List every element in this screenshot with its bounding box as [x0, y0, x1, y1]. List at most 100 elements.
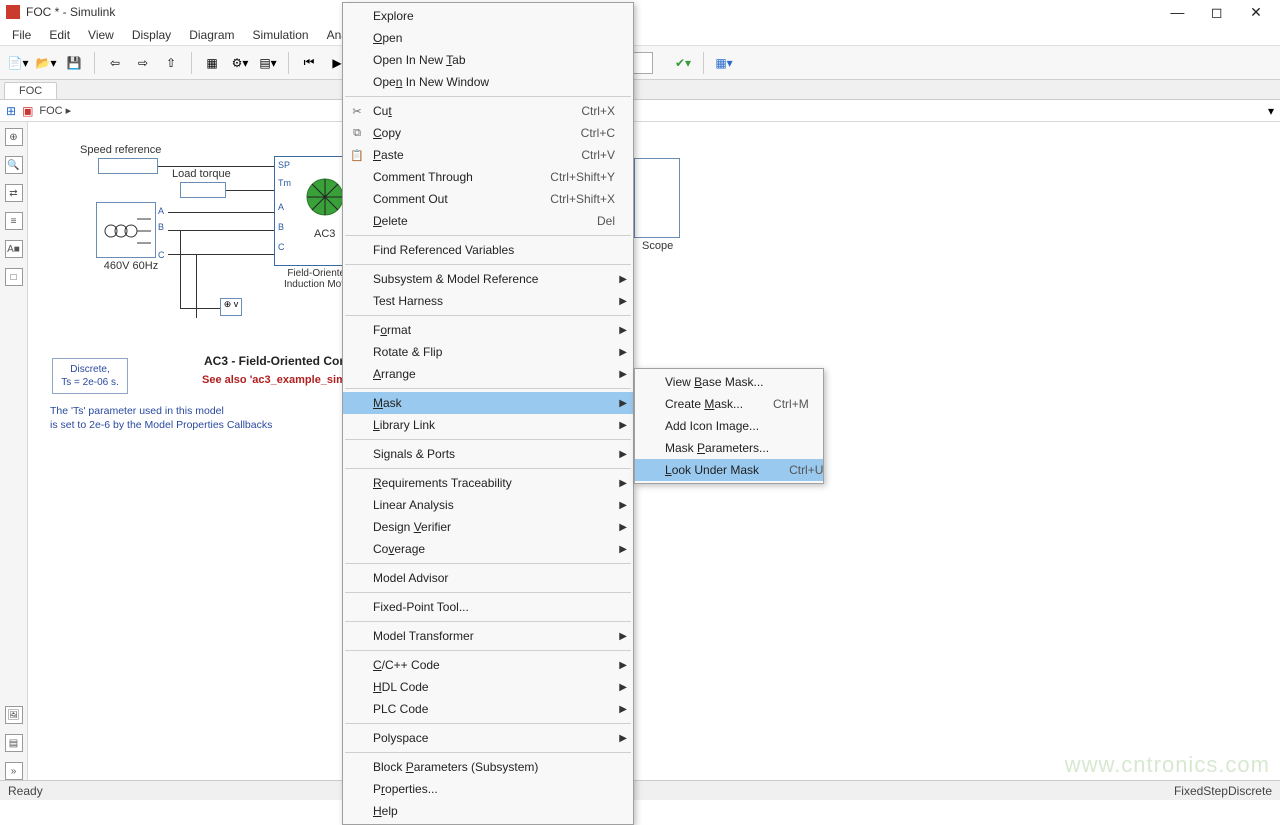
table-icon[interactable]: ▤	[5, 734, 23, 752]
status-bar: Ready 100% FixedStepDiscrete	[0, 780, 1280, 800]
context-item-open-in-new-window[interactable]: Open In New Window	[343, 71, 633, 93]
open-button[interactable]: 📂▾	[34, 51, 58, 75]
menu-edit[interactable]: Edit	[41, 26, 78, 44]
context-item-library-link[interactable]: Library Link▶	[343, 414, 633, 436]
list-icon[interactable]: ≡	[5, 212, 23, 230]
context-item-linear-analysis[interactable]: Linear Analysis▶	[343, 494, 633, 516]
mask-item-mask-parameters-[interactable]: Mask Parameters...	[635, 437, 823, 459]
context-item-mask[interactable]: Mask▶	[343, 392, 633, 414]
context-item-find-referenced-variables[interactable]: Find Referenced Variables	[343, 239, 633, 261]
context-item-design-verifier[interactable]: Design Verifier▶	[343, 516, 633, 538]
context-item-copy[interactable]: ⧉CopyCtrl+C	[343, 122, 633, 144]
ac3-label: AC3	[314, 228, 335, 240]
context-item-signals-ports[interactable]: Signals & Ports▶	[343, 443, 633, 465]
menu-item-label: Paste	[373, 148, 551, 162]
model-icon[interactable]: ▣	[22, 104, 33, 118]
context-item-help[interactable]: Help	[343, 800, 633, 822]
source-label: 460V 60Hz	[96, 260, 166, 272]
viewport-icon[interactable]: □	[5, 268, 23, 286]
context-item-format[interactable]: Format ▶	[343, 319, 633, 341]
context-item-rotate-flip[interactable]: Rotate & Flip▶	[343, 341, 633, 363]
menu-item-shortcut: Ctrl+U	[789, 463, 823, 477]
menu-view[interactable]: View	[80, 26, 122, 44]
submenu-arrow-icon: ▶	[619, 733, 627, 744]
context-item-model-transformer[interactable]: Model Transformer▶	[343, 625, 633, 647]
zoom-icon[interactable]: 🔍	[5, 156, 23, 174]
step-back-button[interactable]: ⏮	[297, 51, 321, 75]
swap-icon[interactable]: ⇄	[5, 184, 23, 202]
context-item-delete[interactable]: DeleteDel	[343, 210, 633, 232]
context-item-coverage[interactable]: Coverage▶	[343, 538, 633, 560]
menu-file[interactable]: File	[4, 26, 39, 44]
submenu-arrow-icon: ▶	[619, 325, 627, 336]
context-item-comment-through[interactable]: Comment ThroughCtrl+Shift+Y	[343, 166, 633, 188]
config-button[interactable]: ⚙▾	[228, 51, 252, 75]
menu-separator	[345, 621, 631, 622]
breadcrumb[interactable]: FOC ▸	[39, 104, 71, 117]
menu-diagram[interactable]: Diagram	[181, 26, 242, 44]
context-item-open-in-new-tab[interactable]: Open In New Tab	[343, 49, 633, 71]
three-phase-source-block[interactable]	[96, 202, 156, 258]
menu-item-label: Format	[373, 323, 615, 337]
save-button[interactable]: 💾	[62, 51, 86, 75]
mask-item-look-under-mask[interactable]: Look Under MaskCtrl+U	[635, 459, 823, 481]
context-item-hdl-code[interactable]: HDL Code▶	[343, 676, 633, 698]
maximize-button[interactable]: ◻	[1199, 4, 1235, 21]
model-badge-icon[interactable]: ⊞	[6, 104, 16, 118]
context-item-requirements-traceability[interactable]: Requirements Traceability▶	[343, 472, 633, 494]
voltage-measurement-block[interactable]: ⊕ v	[220, 298, 242, 316]
menu-item-label: Add Icon Image...	[665, 419, 805, 433]
menu-separator	[345, 563, 631, 564]
discrete-note[interactable]: Discrete, Ts = 2e-06 s.	[52, 358, 128, 394]
mask-item-view-base-mask-[interactable]: View Base Mask...	[635, 371, 823, 393]
separator	[288, 52, 289, 74]
back-button[interactable]: ⇦	[103, 51, 127, 75]
speed-reference-block[interactable]	[98, 158, 158, 174]
forward-button[interactable]: ⇨	[131, 51, 155, 75]
mask-item-add-icon-image-[interactable]: Add Icon Image...	[635, 415, 823, 437]
status-left: Ready	[8, 784, 43, 798]
context-item-test-harness[interactable]: Test Harness▶	[343, 290, 633, 312]
context-item-plc-code[interactable]: PLC Code▶	[343, 698, 633, 720]
menu-separator	[345, 264, 631, 265]
tab-foc[interactable]: FOC	[4, 82, 57, 99]
context-item-explore[interactable]: Explore	[343, 5, 633, 27]
context-item-subsystem-model-reference[interactable]: Subsystem & Model Reference▶	[343, 268, 633, 290]
check-button[interactable]: ✔▾	[671, 51, 695, 75]
explorer-button[interactable]: ▤▾	[256, 51, 280, 75]
load-torque-block[interactable]	[180, 182, 226, 198]
menu-item-label: Create Mask...	[665, 397, 743, 411]
library-button[interactable]: ▦	[200, 51, 224, 75]
new-button[interactable]: 📄▾	[6, 51, 30, 75]
up-button[interactable]: ⇧	[159, 51, 183, 75]
image-icon[interactable]: 🖼	[5, 706, 23, 724]
context-item-c-c-code[interactable]: C/C++ Code▶	[343, 654, 633, 676]
wire	[226, 190, 274, 191]
context-item-cut[interactable]: ✂CutCtrl+X	[343, 100, 633, 122]
context-item-paste[interactable]: 📋PasteCtrl+V	[343, 144, 633, 166]
menu-display[interactable]: Display	[124, 26, 179, 44]
context-item-comment-out[interactable]: Comment OutCtrl+Shift+X	[343, 188, 633, 210]
context-item-fixed-point-tool-[interactable]: Fixed-Point Tool...	[343, 596, 633, 618]
submenu-arrow-icon: ▶	[619, 296, 627, 307]
context-item-properties-[interactable]: Properties...	[343, 778, 633, 800]
minimize-button[interactable]: —	[1159, 4, 1195, 20]
dropdown-icon[interactable]: ▾	[1268, 104, 1274, 118]
menu-simulation[interactable]: Simulation	[245, 26, 317, 44]
menu-item-label: Comment Through	[373, 170, 520, 184]
zoom-fit-icon[interactable]: ⊕	[5, 128, 23, 146]
context-item-model-advisor[interactable]: Model Advisor	[343, 567, 633, 589]
submenu-arrow-icon: ▶	[619, 369, 627, 380]
mask-item-create-mask-[interactable]: Create Mask... Ctrl+M	[635, 393, 823, 415]
menu-item-shortcut: Ctrl+M	[773, 397, 809, 411]
scope-block[interactable]	[634, 158, 680, 238]
context-item-block-parameters-subsystem-[interactable]: Block Parameters (Subsystem)	[343, 756, 633, 778]
expand-icon[interactable]: »	[5, 762, 23, 780]
submenu-arrow-icon: ▶	[619, 420, 627, 431]
context-item-open[interactable]: Open	[343, 27, 633, 49]
annotation-icon[interactable]: A■	[5, 240, 23, 258]
signal-button[interactable]: ▦▾	[712, 51, 736, 75]
context-item-polyspace[interactable]: Polyspace▶	[343, 727, 633, 749]
context-item-arrange[interactable]: Arrange▶	[343, 363, 633, 385]
close-button[interactable]: ✕	[1238, 4, 1274, 21]
